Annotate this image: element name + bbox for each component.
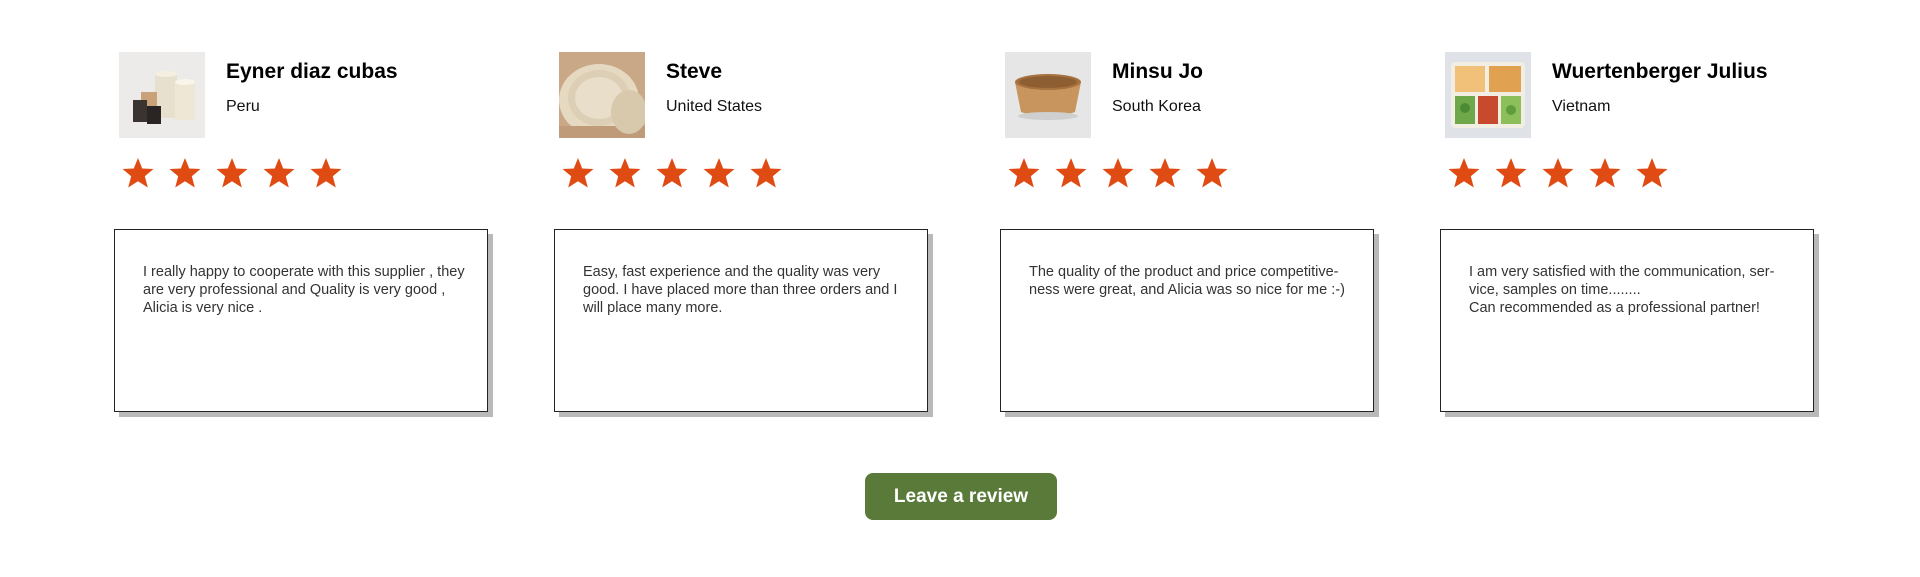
product-thumbnail (1445, 52, 1531, 138)
star-icon (1494, 156, 1528, 190)
food-container-photo-icon (1445, 52, 1531, 138)
star-icon (1195, 156, 1229, 190)
star-rating (1007, 156, 1229, 192)
reviewer-name: Steve (666, 60, 723, 83)
review-text-box: I am very satisfied with the communicati… (1440, 229, 1814, 412)
star-rating (561, 156, 783, 192)
star-rating (1447, 156, 1669, 192)
reviewer-name: Eyner diaz cubas (226, 60, 398, 83)
review-card: Wuertenberger Julius Vietnam I am very s… (1440, 52, 1820, 422)
bagasse-plates-photo-icon (559, 52, 645, 138)
star-icon (1635, 156, 1669, 190)
star-icon (1588, 156, 1622, 190)
star-icon (749, 156, 783, 190)
reviewer-country: Vietnam (1552, 98, 1611, 115)
star-icon (608, 156, 642, 190)
review-text: I really happy to cooperate with this su… (143, 264, 465, 316)
star-icon (702, 156, 736, 190)
review-card: Steve United States Easy, fast experienc… (554, 52, 934, 422)
star-icon (1541, 156, 1575, 190)
review-card: Minsu Jo South Korea The quality of the … (1000, 52, 1380, 422)
reviewer-country: United States (666, 98, 763, 115)
star-icon (1148, 156, 1182, 190)
reviewer-name: Minsu Jo (1112, 60, 1204, 83)
review-text: The quality of the product and price com… (1029, 264, 1345, 298)
star-icon (1007, 156, 1041, 190)
star-icon (655, 156, 689, 190)
product-thumbnail (1005, 52, 1091, 138)
star-icon (561, 156, 595, 190)
review-text: I am very satisfied with the communicati… (1469, 264, 1775, 316)
star-rating (121, 156, 343, 192)
review-text-box: The quality of the product and price com… (1000, 229, 1374, 412)
reviews-row: Eyner diaz cubas Peru I really happy to … (0, 0, 1920, 577)
reviewer-name: Wuertenberger Julius (1552, 60, 1768, 83)
star-icon (168, 156, 202, 190)
paper-cups-photo-icon (119, 52, 205, 138)
reviewer-country: South Korea (1112, 98, 1201, 115)
kraft-bowl-photo-icon (1005, 52, 1091, 138)
review-text: Easy, fast experience and the quality wa… (583, 264, 898, 316)
star-icon (215, 156, 249, 190)
review-text-box: Easy, fast experience and the quality wa… (554, 229, 928, 412)
star-icon (262, 156, 296, 190)
star-icon (309, 156, 343, 190)
review-text-box: I really happy to cooperate with this su… (114, 229, 488, 412)
review-card: Eyner diaz cubas Peru I really happy to … (114, 52, 494, 422)
product-thumbnail (559, 52, 645, 138)
leave-review-button[interactable]: Leave a review (865, 473, 1057, 520)
star-icon (1054, 156, 1088, 190)
star-icon (121, 156, 155, 190)
reviewer-country: Peru (226, 98, 260, 115)
star-icon (1101, 156, 1135, 190)
star-icon (1447, 156, 1481, 190)
product-thumbnail (119, 52, 205, 138)
